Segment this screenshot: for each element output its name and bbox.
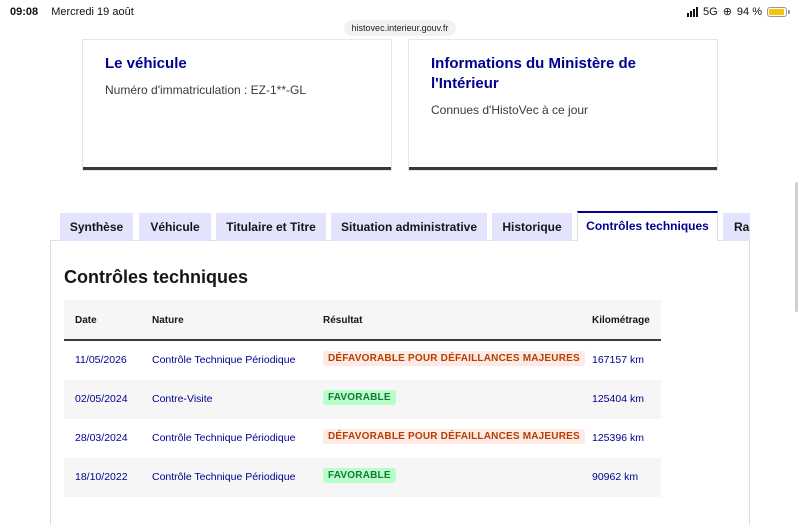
- vehicle-card: Le véhicule Numéro d'immatriculation : E…: [83, 40, 391, 170]
- tab-titulaire-titre[interactable]: Titulaire et Titre: [216, 213, 326, 241]
- date: Mercredi 19 août: [51, 6, 134, 18]
- cell-nature: Contre-Visite: [152, 393, 213, 405]
- cell-nature: Contrôle Technique Périodique: [152, 471, 296, 483]
- table-row: 18/10/2022 Contrôle Technique Périodique…: [64, 458, 661, 497]
- cell-mileage: 90962 km: [592, 471, 639, 483]
- ministry-card-subtitle: Connues d'HistoVec à ce jour: [431, 103, 589, 117]
- table-row: 11/05/2026 Contrôle Technique Périodique…: [64, 341, 661, 380]
- header-mileage: Kilométrage: [592, 315, 650, 326]
- cell-mileage: 167157 km: [592, 354, 644, 366]
- tab-bar: Synthèse Véhicule Titulaire et Titre Sit…: [60, 211, 750, 241]
- tab-vehicule[interactable]: Véhicule: [139, 213, 211, 241]
- ministry-card: Informations du Ministère de l'Intérieur…: [409, 40, 717, 170]
- table-row: 28/03/2024 Contrôle Technique Périodique…: [64, 419, 661, 458]
- section-title: Contrôles techniques: [64, 267, 249, 287]
- battery-icon: [767, 6, 790, 17]
- cell-date: 18/10/2022: [75, 471, 128, 483]
- cell-nature: Contrôle Technique Périodique: [152, 432, 296, 444]
- cell-mileage: 125404 km: [592, 393, 644, 405]
- cell-mileage: 125396 km: [592, 432, 644, 444]
- tab-situation-administrative[interactable]: Situation administrative: [331, 213, 487, 241]
- ministry-card-title: Informations du Ministère de l'Intérieur: [431, 55, 637, 92]
- result-badge: DÉFAVORABLE POUR DÉFAILLANCES MAJEURES: [323, 429, 585, 444]
- battery-percent: 94 %: [736, 5, 762, 18]
- inspections-table: Date Nature Résultat Kilométrage 11/05/2…: [64, 300, 661, 497]
- table-row: 02/05/2024 Contre-Visite FAVORABLE 12540…: [64, 380, 661, 419]
- status-right: 5G ⊕ 94 %: [687, 5, 790, 18]
- cell-date: 02/05/2024: [75, 393, 128, 405]
- tab-synthese[interactable]: Synthèse: [60, 213, 133, 241]
- result-badge: DÉFAVORABLE POUR DÉFAILLANCES MAJEURES: [323, 351, 585, 366]
- tab-controles-techniques[interactable]: Contrôles techniques: [577, 211, 718, 241]
- header-date: Date: [75, 315, 97, 326]
- scrollbar[interactable]: [795, 182, 798, 312]
- result-badge: FAVORABLE: [323, 468, 396, 483]
- cell-nature: Contrôle Technique Périodique: [152, 354, 296, 366]
- header-result: Résultat: [323, 315, 363, 326]
- vehicle-card-title: Le véhicule: [105, 55, 187, 72]
- table-header: Date Nature Résultat Kilométrage: [64, 300, 661, 341]
- tab-rapport[interactable]: Rapport: [723, 213, 750, 241]
- url-bar[interactable]: histovec.interieur.gouv.fr: [344, 20, 456, 36]
- table-body: 11/05/2026 Contrôle Technique Périodique…: [64, 341, 661, 497]
- result-badge: FAVORABLE: [323, 390, 396, 405]
- registration-number: Numéro d'immatriculation : EZ-1**-GL: [105, 83, 307, 97]
- orientation-lock-icon: ⊕: [722, 6, 732, 18]
- status-left: 09:08 Mercredi 19 août: [10, 6, 134, 18]
- signal-icon: [687, 6, 699, 17]
- clock: 09:08: [10, 6, 39, 18]
- tab-historique[interactable]: Historique: [492, 213, 572, 241]
- network-type: 5G: [703, 5, 718, 18]
- cell-date: 11/05/2026: [75, 354, 127, 366]
- cell-date: 28/03/2024: [75, 432, 128, 444]
- header-nature: Nature: [152, 315, 184, 326]
